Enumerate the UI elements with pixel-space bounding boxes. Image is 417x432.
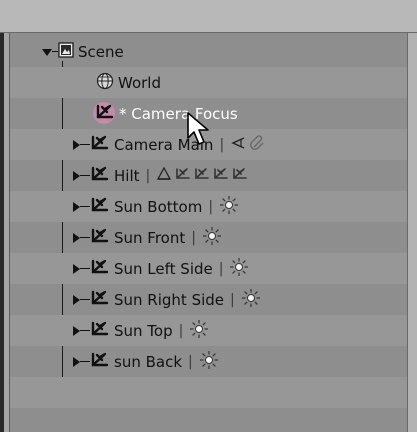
empty-object-icon xyxy=(90,351,110,373)
tree-item-label: Sun Front xyxy=(114,228,186,247)
sun-icon xyxy=(229,257,249,281)
tree-item-label: Hilt xyxy=(114,166,140,185)
tree-row-hilt[interactable]: Hilt | xyxy=(10,160,407,191)
tree-row-sun-back[interactable]: sun Back | xyxy=(10,346,407,377)
expand-triangle-icon[interactable] xyxy=(73,139,80,150)
separator: | xyxy=(191,229,196,246)
mouse-cursor-icon xyxy=(186,112,212,150)
sun-icon xyxy=(189,319,209,343)
expand-triangle-icon[interactable] xyxy=(73,201,80,212)
world-icon xyxy=(96,72,114,94)
tree-item-label: Sun Bottom xyxy=(114,197,203,216)
empty-icon xyxy=(232,166,248,185)
tree-row-scene[interactable]: Scene xyxy=(10,36,407,67)
sun-icon xyxy=(219,195,239,219)
scrollbar[interactable] xyxy=(407,33,417,432)
tree-row-sun-top[interactable]: Sun Top | xyxy=(10,315,407,346)
expand-triangle-icon[interactable] xyxy=(73,294,80,305)
tree-branch xyxy=(80,144,90,145)
expand-triangle-icon[interactable] xyxy=(73,263,80,274)
tree-row-sun-front[interactable]: Sun Front | xyxy=(10,222,407,253)
tree-row-world[interactable]: World xyxy=(10,67,407,98)
constraint-icon xyxy=(250,134,266,155)
separator: | xyxy=(218,260,224,277)
empty-object-icon xyxy=(90,320,110,342)
empty-row xyxy=(10,377,407,408)
empty-object-icon xyxy=(90,289,110,311)
tree-item-label: Sun Top xyxy=(114,321,173,340)
expand-triangle-icon[interactable] xyxy=(73,170,80,181)
tree-item-label: Sun Right Side xyxy=(114,290,225,309)
scene-icon xyxy=(58,41,74,62)
separator: | xyxy=(219,136,225,153)
empty-icon xyxy=(194,166,210,185)
expand-triangle-icon[interactable] xyxy=(73,325,80,336)
mesh-icon xyxy=(156,166,172,185)
window-header xyxy=(0,0,417,33)
separator: | xyxy=(208,198,214,215)
empty-object-icon xyxy=(90,134,110,156)
tree-item-label: Scene xyxy=(78,42,124,61)
tree-branch xyxy=(80,330,90,331)
camera-icon xyxy=(230,135,246,154)
tree-branch xyxy=(80,237,90,238)
empty-icon xyxy=(213,166,229,185)
tree-row-sun-right-side[interactable]: Sun Right Side | xyxy=(10,284,407,315)
empty-object-icon xyxy=(90,227,110,249)
empty-object-icon xyxy=(90,165,110,187)
tree-row-sun-left-side[interactable]: Sun Left Side | xyxy=(10,253,407,284)
tree-item-label: World xyxy=(118,73,161,92)
empty-object-icon xyxy=(95,103,115,125)
separator: | xyxy=(145,167,151,184)
tree-item-label: Sun Left Side xyxy=(114,259,213,278)
separator: | xyxy=(178,322,184,339)
expand-triangle-icon[interactable] xyxy=(73,356,80,367)
expand-triangle-icon[interactable] xyxy=(73,232,80,243)
tree-branch xyxy=(80,268,90,269)
outliner-window: Scene World * Camera Focus Camera Main |… xyxy=(0,0,417,432)
empty-row xyxy=(10,408,407,432)
tree-branch xyxy=(80,175,90,176)
tree-branch xyxy=(80,361,90,362)
tree-branch xyxy=(80,206,90,207)
tree-item-label: sun Back xyxy=(114,352,183,371)
empty-object-icon xyxy=(90,196,110,218)
empty-icon xyxy=(175,166,191,185)
sun-icon xyxy=(202,226,222,250)
tree-branch xyxy=(80,299,90,300)
sun-icon xyxy=(199,350,219,374)
collapse-triangle-icon[interactable] xyxy=(42,49,52,56)
sun-icon xyxy=(241,288,261,312)
outliner-tree: Scene World * Camera Focus Camera Main |… xyxy=(10,33,407,432)
separator: | xyxy=(230,291,235,308)
tree-item-label: * Camera Focus xyxy=(119,104,238,123)
separator: | xyxy=(188,353,193,370)
empty-object-icon xyxy=(90,258,110,280)
tree-row-sun-bottom[interactable]: Sun Bottom | xyxy=(10,191,407,222)
